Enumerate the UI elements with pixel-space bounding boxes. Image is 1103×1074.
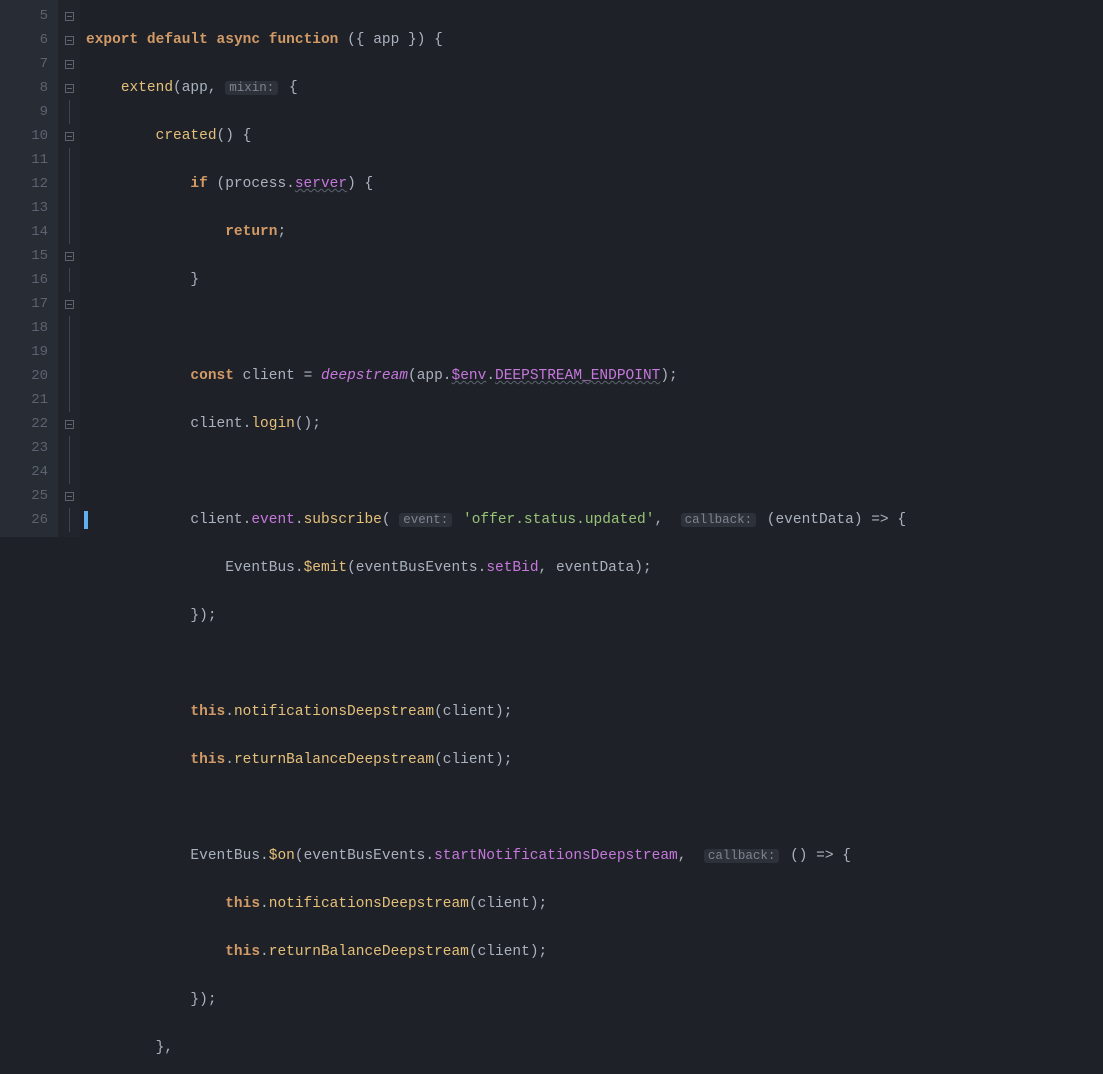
line-number: 14 [18,220,48,244]
code-line[interactable]: }, [86,1036,1103,1060]
fold-guide [58,460,80,484]
code-line[interactable]: EventBus.$on(eventBusEvents.startNotific… [86,844,1103,868]
line-number: 5 [18,4,48,28]
fold-guide [58,268,80,292]
code-line[interactable]: }); [86,988,1103,1012]
fold-guide [58,172,80,196]
line-number: 7 [18,52,48,76]
line-number: 21 [18,388,48,412]
code-line[interactable]: this.notificationsDeepstream(client); [86,892,1103,916]
line-number: 26 [18,508,48,532]
fold-marker[interactable] [58,124,80,148]
fold-gutter [58,0,80,537]
line-number: 23 [18,436,48,460]
code-line[interactable]: client.login(); [86,412,1103,436]
fold-guide [58,364,80,388]
line-number: 12 [18,172,48,196]
code-editor[interactable]: 5 6 7 8 9 10 11 12 13 14 15 16 17 18 19 … [0,0,1103,537]
code-line[interactable]: }); [86,604,1103,628]
code-line[interactable]: export default async function ({ app }) … [86,28,1103,52]
line-number: 9 [18,100,48,124]
fold-marker[interactable] [58,244,80,268]
line-number: 24 [18,460,48,484]
line-number: 20 [18,364,48,388]
fold-marker[interactable] [58,28,80,52]
code-line[interactable]: this.notificationsDeepstream(client); [86,700,1103,724]
line-number-gutter: 5 6 7 8 9 10 11 12 13 14 15 16 17 18 19 … [0,0,58,537]
fold-marker[interactable] [58,292,80,316]
line-number: 15 [18,244,48,268]
param-hint: callback: [704,849,780,863]
code-line[interactable] [86,460,1103,484]
line-number: 22 [18,412,48,436]
line-number: 11 [18,148,48,172]
fold-marker[interactable] [58,412,80,436]
fold-marker[interactable] [58,52,80,76]
fold-marker[interactable] [58,4,80,28]
code-area[interactable]: export default async function ({ app }) … [80,0,1103,537]
code-line[interactable]: if (process.server) { [86,172,1103,196]
code-line[interactable]: created() { [86,124,1103,148]
line-number: 19 [18,340,48,364]
line-number: 18 [18,316,48,340]
code-line[interactable]: EventBus.$emit(eventBusEvents.setBid, ev… [86,556,1103,580]
fold-marker[interactable] [58,76,80,100]
code-line[interactable]: extend(app, mixin: { [86,76,1103,100]
fold-guide [58,196,80,220]
fold-guide [58,388,80,412]
code-line[interactable]: return; [86,220,1103,244]
line-number: 25 [18,484,48,508]
fold-guide [58,220,80,244]
bookmark-icon [84,511,88,529]
fold-guide [58,316,80,340]
fold-guide [58,508,80,532]
code-line[interactable]: const client = deepstream(app.$env.DEEPS… [86,364,1103,388]
line-number: 6 [18,28,48,52]
code-line[interactable]: client.event.subscribe( event: 'offer.st… [86,508,1103,532]
fold-guide [58,340,80,364]
code-line[interactable] [86,652,1103,676]
fold-marker[interactable] [58,484,80,508]
line-number: 16 [18,268,48,292]
line-number: 8 [18,76,48,100]
code-line[interactable]: this.returnBalanceDeepstream(client); [86,748,1103,772]
line-number: 13 [18,196,48,220]
param-hint: callback: [681,513,757,527]
code-line[interactable] [86,316,1103,340]
line-number: 17 [18,292,48,316]
code-line[interactable] [86,796,1103,820]
code-line[interactable]: } [86,268,1103,292]
param-hint: mixin: [225,81,278,95]
line-number: 10 [18,124,48,148]
param-hint: event: [399,513,452,527]
code-line[interactable]: this.returnBalanceDeepstream(client); [86,940,1103,964]
fold-guide [58,148,80,172]
fold-guide [58,436,80,460]
fold-guide [58,100,80,124]
